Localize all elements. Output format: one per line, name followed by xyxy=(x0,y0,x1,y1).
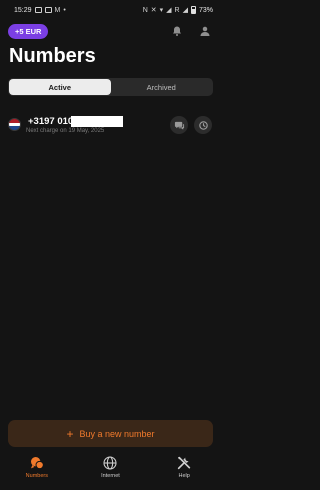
history-button[interactable] xyxy=(194,116,212,134)
tab-active[interactable]: Active xyxy=(9,79,111,95)
page-title: Numbers xyxy=(9,45,96,67)
person-icon xyxy=(200,26,210,36)
profile-button[interactable] xyxy=(197,23,213,39)
nav-help-label: Help xyxy=(178,473,190,479)
phone-number: +3197 010 xyxy=(28,116,74,127)
tab-archived[interactable]: Archived xyxy=(111,79,213,95)
dot-notification-icon: • xyxy=(63,6,66,14)
netherlands-flag-icon xyxy=(8,118,21,131)
globe-icon xyxy=(103,456,118,470)
photo-notification-icon xyxy=(34,7,42,13)
nfc-icon: N xyxy=(142,6,148,14)
signal-icon-2: ◢ xyxy=(182,7,188,14)
nav-numbers-label: Numbers xyxy=(25,473,48,479)
mail-notification-icon xyxy=(44,7,52,13)
nav-help[interactable]: Help xyxy=(154,455,214,479)
redacted-block xyxy=(71,116,123,127)
status-bar-left: 15:29 M • xyxy=(14,7,66,14)
nav-numbers[interactable]: Numbers xyxy=(7,455,67,479)
messages-button[interactable] xyxy=(170,116,188,134)
buy-number-label: Buy a new number xyxy=(79,428,155,439)
mute-icon: ✕ xyxy=(150,7,157,14)
signal-icon: ◢ xyxy=(166,7,172,14)
header-actions xyxy=(169,23,213,39)
app-screen: 15:29 M • N ✕ ▾ ◢ R ◢ 73% +5 EUR Numbers… xyxy=(0,0,221,490)
battery-icon xyxy=(190,6,196,14)
tab-bar: Active Archived xyxy=(8,78,213,96)
wifi-icon: ▾ xyxy=(159,7,164,14)
gmail-notification-icon: M xyxy=(54,6,61,14)
chat-bubbles-icon xyxy=(30,457,44,470)
plus-icon: + xyxy=(66,426,74,441)
history-icon xyxy=(198,120,208,130)
number-list-item[interactable]: +3197 010 Next charge on 19 May, 2025 xyxy=(8,114,213,140)
bell-icon xyxy=(173,26,181,36)
status-time: 15:29 xyxy=(14,6,32,14)
nav-internet[interactable]: Internet xyxy=(80,455,140,479)
tools-icon xyxy=(177,456,191,470)
notification-button[interactable] xyxy=(169,23,185,39)
bottom-navigation: Numbers Internet Help xyxy=(0,452,221,490)
next-charge-text: Next charge on 19 May, 2025 xyxy=(26,128,105,134)
nav-internet-label: Internet xyxy=(101,473,120,479)
balance-chip-label: +5 EUR xyxy=(15,27,42,36)
status-bar-right: N ✕ ▾ ◢ R ◢ 73% xyxy=(143,6,213,14)
chat-bubble-icon xyxy=(174,121,184,130)
buy-number-button[interactable]: + Buy a new number xyxy=(8,420,213,447)
battery-percent: 73% xyxy=(198,6,213,14)
balance-chip[interactable]: +5 EUR xyxy=(8,24,49,39)
roaming-icon: R xyxy=(174,6,180,14)
status-bar: 15:29 M • N ✕ ▾ ◢ R ◢ 73% xyxy=(0,0,221,20)
